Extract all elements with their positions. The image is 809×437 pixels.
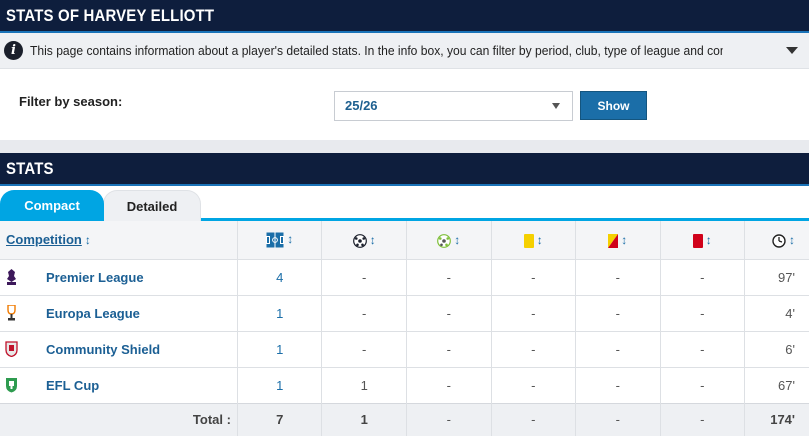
page-title: STATS OF HARVEY ELLIOTT xyxy=(6,5,215,25)
goals-cell: - xyxy=(321,295,407,331)
second-yellow-column-header[interactable]: ↕ xyxy=(575,221,661,259)
sort-icon: ↕ xyxy=(789,232,795,247)
goals-column-header[interactable]: ↕ xyxy=(321,221,407,259)
second-yellow-cell: - xyxy=(575,295,661,331)
page-header: STATS OF HARVEY ELLIOTT xyxy=(0,0,809,33)
assists-column-header[interactable]: ↕ xyxy=(406,221,492,259)
season-select[interactable]: 25/26 xyxy=(334,91,573,121)
competition-name[interactable]: Europa League xyxy=(46,306,140,321)
second-yellow-icon xyxy=(608,233,619,248)
dropdown-arrow-icon xyxy=(552,103,560,109)
appearances-cell[interactable]: 1 xyxy=(237,331,323,367)
red-cell: - xyxy=(660,331,746,367)
sort-icon: ↕ xyxy=(287,232,294,247)
stats-tabs: Detailed Compact xyxy=(0,186,809,221)
appearances-cell[interactable]: 1 xyxy=(237,367,323,403)
info-box[interactable]: i This page contains information about a… xyxy=(0,33,809,69)
appearances-column-header[interactable]: ↕ xyxy=(237,221,323,259)
sort-icon: ↕ xyxy=(705,232,712,247)
premier-league-logo xyxy=(5,268,18,285)
stats-title: STATS xyxy=(6,158,54,178)
stats-panel: STATS Detailed Compact Competition↕ ↕ ↕ xyxy=(0,153,809,437)
total-yellow: - xyxy=(491,403,577,436)
sort-icon: ↕ xyxy=(454,232,461,247)
table-row: Premier League 4 - - - - - 97' xyxy=(0,259,809,295)
info-icon: i xyxy=(4,41,23,60)
red-cell: - xyxy=(660,367,746,403)
assists-cell: - xyxy=(406,367,492,403)
yellow-cell: - xyxy=(491,295,577,331)
second-yellow-cell: - xyxy=(575,331,661,367)
red-cell: - xyxy=(660,259,746,295)
show-button[interactable]: Show xyxy=(580,91,647,120)
total-goals: 1 xyxy=(321,403,407,436)
goals-cell: - xyxy=(321,331,407,367)
competition-name[interactable]: Community Shield xyxy=(46,342,160,357)
total-appearances: 7 xyxy=(237,403,323,436)
minutes-column-header[interactable]: ↕ xyxy=(745,221,809,259)
community-shield-logo xyxy=(5,340,18,357)
efl-cup-logo xyxy=(5,377,18,393)
competition-column-header[interactable]: Competition ↕ xyxy=(0,221,238,259)
info-text: This page contains information about a p… xyxy=(30,43,723,58)
stats-header: STATS xyxy=(0,153,809,186)
goals-cell: 1 xyxy=(321,367,407,403)
season-value: 25/26 xyxy=(345,98,378,113)
competition-cell[interactable]: Europa League xyxy=(0,295,238,331)
red-cell: - xyxy=(660,295,746,331)
minutes-cell: 6' xyxy=(785,341,795,357)
yellow-cell: - xyxy=(491,259,577,295)
red-card-column-header[interactable]: ↕ xyxy=(660,221,746,259)
tab-detailed[interactable]: Detailed xyxy=(103,190,201,221)
table-row: EFL Cup 1 1 - - - - 67' xyxy=(0,367,809,403)
total-assists: - xyxy=(406,403,492,436)
table-row: Europa League 1 - - - - - 4' xyxy=(0,295,809,331)
goals-cell: - xyxy=(321,259,407,295)
appearances-cell[interactable]: 1 xyxy=(237,295,323,331)
total-red: - xyxy=(660,403,746,436)
yellow-cell: - xyxy=(491,331,577,367)
competition-cell[interactable]: Community Shield xyxy=(0,331,238,367)
minutes-clock-icon xyxy=(772,233,786,248)
tab-compact[interactable]: Compact xyxy=(0,190,104,221)
yellow-cell: - xyxy=(491,367,577,403)
europa-league-logo xyxy=(5,303,18,321)
competition-sort-link[interactable]: Competition xyxy=(0,232,82,247)
chevron-down-icon[interactable] xyxy=(786,47,798,54)
yellow-card-icon xyxy=(523,233,534,248)
minutes-cell: 4' xyxy=(785,305,795,321)
stats-table: Competition ↕ ↕ ↕ ↕ ↕ ↕ ↕ ↕ Premier Leag… xyxy=(0,221,809,436)
sort-icon: ↕ xyxy=(536,232,543,247)
table-header-row: Competition ↕ ↕ ↕ ↕ ↕ ↕ ↕ ↕ xyxy=(0,221,809,259)
table-row: Community Shield 1 - - - - - 6' xyxy=(0,331,809,367)
assists-cell: - xyxy=(406,259,492,295)
competition-cell[interactable]: EFL Cup xyxy=(0,367,238,403)
assists-cell: - xyxy=(406,295,492,331)
appearances-cell[interactable]: 4 xyxy=(237,259,323,295)
sort-icon: ↕ xyxy=(369,232,376,247)
red-card-icon xyxy=(692,233,703,248)
total-row: Total : 7 1 - - - - 174' xyxy=(0,403,809,436)
second-yellow-cell: - xyxy=(575,367,661,403)
assists-cell: - xyxy=(406,331,492,367)
minutes-cell: 97' xyxy=(778,269,795,285)
season-filter: Filter by season: 25/26 Show xyxy=(0,69,809,139)
sort-icon: ↕ xyxy=(621,232,628,247)
stats-header-panel: STATS OF HARVEY ELLIOTT i This page cont… xyxy=(0,0,809,140)
sort-icon: ↕ xyxy=(84,233,91,248)
filter-label: Filter by season: xyxy=(19,94,123,109)
competition-cell[interactable]: Premier League xyxy=(0,259,238,295)
total-label: Total : xyxy=(0,403,238,436)
total-minutes: 174' xyxy=(770,412,795,428)
total-second-yellow: - xyxy=(575,403,661,436)
second-yellow-cell: - xyxy=(575,259,661,295)
goals-icon xyxy=(352,233,367,248)
assists-icon xyxy=(437,233,452,248)
appearances-icon xyxy=(266,232,285,249)
competition-name[interactable]: Premier League xyxy=(46,270,144,285)
yellow-card-column-header[interactable]: ↕ xyxy=(491,221,577,259)
minutes-cell: 67' xyxy=(778,377,795,393)
competition-name[interactable]: EFL Cup xyxy=(46,378,99,393)
